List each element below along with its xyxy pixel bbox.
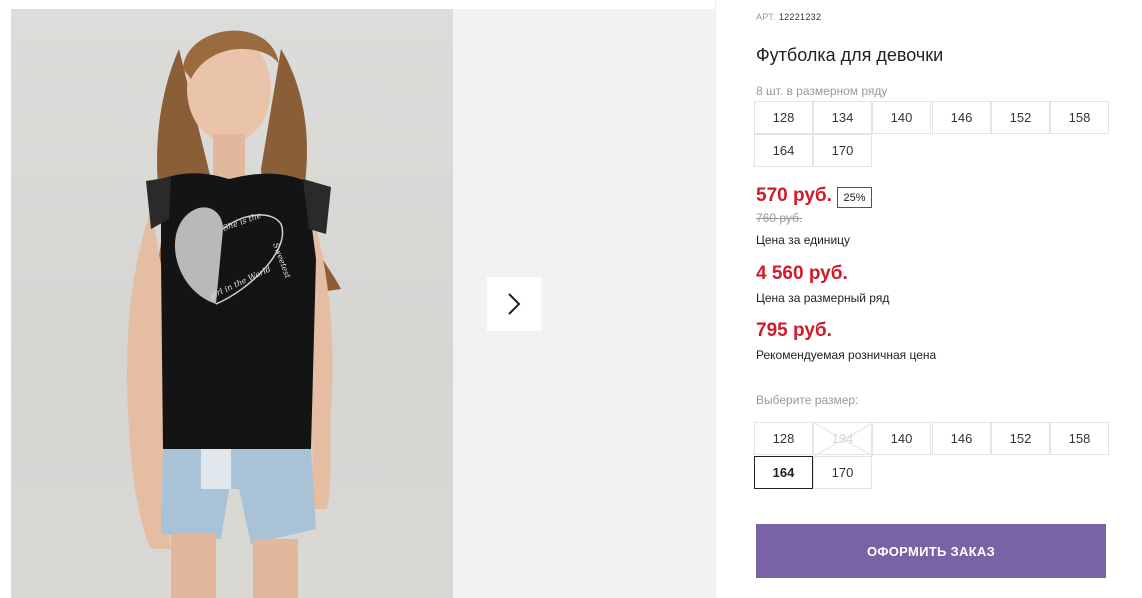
range-size-cell: 164	[754, 134, 813, 167]
unit-price-label: Цена за единицу	[756, 233, 851, 247]
size-option-134-label: 134	[831, 431, 854, 446]
product-photo: She is the Sweetest girl in the World	[11, 9, 453, 598]
range-price: 4 560 руб.	[756, 263, 848, 284]
range-size-cell: 152	[991, 101, 1050, 134]
size-select-caption: Выберите размер:	[756, 393, 859, 407]
range-size-cell: 170	[813, 134, 872, 167]
product-gallery: She is the Sweetest girl in the World	[11, 9, 715, 598]
size-range-caption: 8 шт. в размерном ряду	[756, 84, 888, 98]
size-option-146[interactable]: 146	[932, 422, 991, 455]
article-number: АРТ. 12221232	[756, 12, 821, 22]
article-label: АРТ.	[756, 12, 776, 22]
chevron-right-icon	[508, 293, 521, 315]
size-option-164[interactable]: 164	[754, 456, 813, 489]
size-option-170[interactable]: 170	[813, 456, 872, 489]
range-size-cell: 128	[754, 101, 813, 134]
size-option-140[interactable]: 140	[872, 422, 931, 455]
size-option-152[interactable]: 152	[991, 422, 1050, 455]
discount-badge: 25%	[837, 187, 872, 208]
old-price: 760 руб.	[756, 211, 803, 225]
unit-price: 570 руб.	[756, 185, 832, 206]
place-order-button[interactable]: ОФОРМИТЬ ЗАКАЗ	[756, 524, 1106, 578]
size-option-134: 134	[813, 422, 873, 456]
column-divider	[715, 0, 716, 598]
size-option-158[interactable]: 158	[1050, 422, 1109, 455]
range-size-cell: 158	[1050, 101, 1109, 134]
range-price-label: Цена за размерный ряд	[756, 291, 890, 305]
size-option-128[interactable]: 128	[754, 422, 813, 455]
range-size-cell: 146	[932, 101, 991, 134]
retail-price-label: Рекомендуемая розничная цена	[756, 348, 937, 362]
article-value: 12221232	[778, 12, 822, 22]
product-title: Футболка для девочки	[756, 45, 944, 65]
range-size-cell: 134	[813, 101, 872, 134]
retail-price: 795 руб.	[756, 320, 832, 341]
range-size-cell: 140	[872, 101, 931, 134]
next-image-button[interactable]	[487, 277, 541, 331]
